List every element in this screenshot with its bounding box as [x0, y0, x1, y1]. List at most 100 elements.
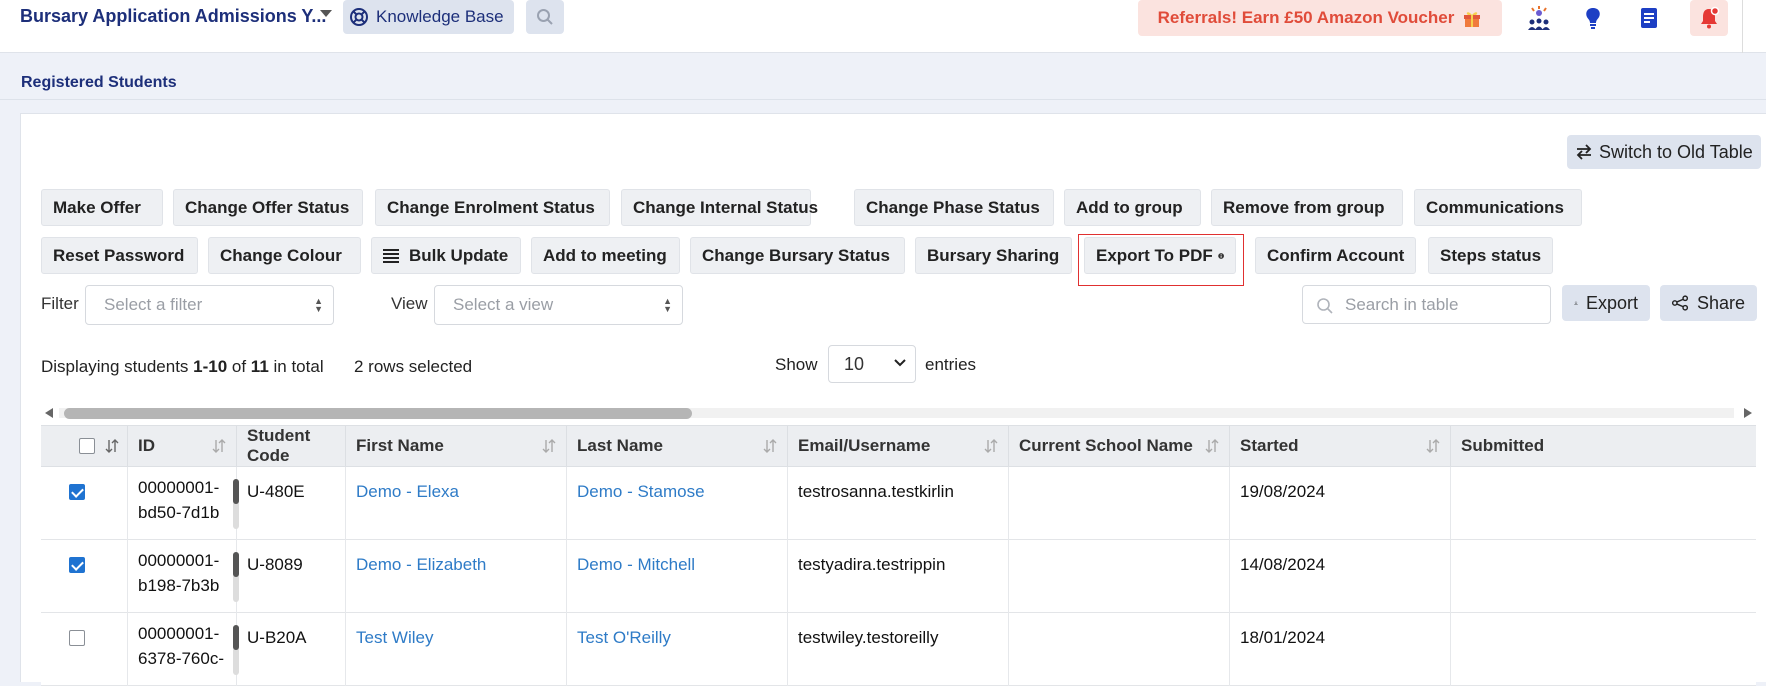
cell-last-name-link[interactable]: Demo - Mitchell: [567, 540, 788, 613]
column-header-last-name[interactable]: Last Name: [567, 426, 788, 466]
cell-student-code: U-480E: [237, 467, 346, 540]
scroll-right-arrow-icon[interactable]: [1744, 408, 1752, 418]
id-line: 00000001-: [138, 624, 220, 643]
column-header-label: Current School Name: [1019, 436, 1193, 455]
knowledge-base-label: Knowledge Base: [376, 7, 504, 26]
cell-first-name-link[interactable]: Demo - Elizabeth: [346, 540, 567, 613]
filter-select[interactable]: Select a filter ▲ ▼: [85, 285, 334, 325]
column-header-submitted[interactable]: Submitted: [1451, 426, 1756, 466]
select-all-checkbox[interactable]: [79, 438, 95, 454]
column-header-started[interactable]: Started: [1230, 426, 1451, 466]
download-icon: [1574, 301, 1578, 305]
table-row[interactable]: 00000001- 6378-760c- U-B20A Test Wiley T…: [41, 613, 1756, 686]
app-title[interactable]: Bursary Application Admissions Y...: [20, 6, 326, 27]
select-all-column: [41, 426, 128, 466]
change-colour-button[interactable]: Change Colour: [208, 237, 361, 274]
column-header-label: ID: [138, 436, 155, 455]
cell-first-name-link[interactable]: Test Wiley: [346, 613, 567, 686]
cell-started: 19/08/2024: [1230, 467, 1451, 540]
cell-submitted: [1451, 467, 1756, 540]
entries-value: 10: [844, 353, 865, 374]
select-arrows-icon: ▲ ▼: [663, 296, 672, 314]
share-label: Share: [1696, 292, 1745, 313]
notifications-button[interactable]: [1690, 0, 1728, 36]
switch-to-old-table-button[interactable]: Switch to Old Table: [1567, 135, 1761, 169]
table-search-input[interactable]: Search in table: [1302, 285, 1551, 324]
sort-icon[interactable]: [105, 438, 119, 454]
make-offer-button[interactable]: Make Offer: [41, 189, 163, 226]
filter-label: Filter: [41, 294, 79, 313]
column-header-id[interactable]: ID: [128, 426, 237, 466]
column-header-current-school[interactable]: Current School Name: [1009, 426, 1230, 466]
change-internal-status-button[interactable]: Change Internal Status: [621, 189, 818, 226]
cell-first-name-link[interactable]: Demo - Elexa: [346, 467, 567, 540]
confirm-account-button[interactable]: Confirm Account: [1255, 237, 1416, 274]
table-row[interactable]: 00000001- bd50-7d1b U-480E Demo - Elexa …: [41, 467, 1756, 540]
change-phase-status-button[interactable]: Change Phase Status: [854, 189, 1054, 226]
column-header-label: Started: [1240, 436, 1299, 455]
search-placeholder: Search in table: [1345, 294, 1459, 314]
scroll-thumb[interactable]: [64, 408, 692, 419]
sort-icon[interactable]: [212, 438, 226, 454]
row-checkbox[interactable]: [69, 557, 85, 573]
column-header-label: First Name: [356, 436, 444, 455]
sort-icon[interactable]: [763, 438, 777, 454]
export-label: Export: [1585, 292, 1638, 313]
column-header-first-name[interactable]: First Name: [346, 426, 567, 466]
summary-total: 11: [250, 357, 269, 376]
table-horizontal-scrollbar[interactable]: [41, 405, 1752, 421]
row-checkbox[interactable]: [69, 630, 85, 646]
cell-id: 00000001- b198-7b3b: [128, 540, 237, 613]
export-button[interactable]: Export: [1562, 285, 1650, 321]
cell-submitted: [1451, 613, 1756, 686]
cell-email: testrosanna.testkirlin: [788, 467, 1009, 540]
bursary-sharing-button[interactable]: Bursary Sharing: [915, 237, 1072, 274]
change-bursary-status-button[interactable]: Change Bursary Status: [690, 237, 905, 274]
share-icon: [1672, 295, 1689, 311]
selected-rows-count: 2 rows selected: [354, 357, 473, 376]
entries-per-page-select[interactable]: 10: [828, 345, 916, 383]
id-line: 00000001-: [138, 478, 220, 497]
reset-password-button[interactable]: Reset Password: [41, 237, 198, 274]
global-search-button[interactable]: [526, 0, 564, 34]
cell-last-name-link[interactable]: Demo - Stamose: [567, 467, 788, 540]
steps-status-button[interactable]: Steps status: [1428, 237, 1553, 274]
change-enrolment-status-button[interactable]: Change Enrolment Status: [375, 189, 610, 226]
document-icon[interactable]: [1635, 4, 1663, 32]
cell-current-school: [1009, 613, 1230, 686]
id-line: bd50-7d1b: [138, 503, 220, 522]
add-to-group-button[interactable]: Add to group: [1064, 189, 1201, 226]
sort-icon[interactable]: [1426, 438, 1440, 454]
change-offer-status-button[interactable]: Change Offer Status: [173, 189, 363, 226]
communications-button[interactable]: Communications: [1414, 189, 1582, 226]
share-button[interactable]: Share: [1660, 285, 1757, 321]
column-header-email[interactable]: Email/Username: [788, 426, 1009, 466]
column-header-student-code[interactable]: Student Code: [237, 426, 346, 466]
cell-last-name-link[interactable]: Test O'Reilly: [567, 613, 788, 686]
switch-to-old-table-label: Switch to Old Table: [1599, 141, 1753, 162]
lifebuoy-icon: [350, 8, 368, 26]
table-row[interactable]: 00000001- b198-7b3b U-8089 Demo - Elizab…: [41, 540, 1756, 613]
cell-student-code: U-8089: [237, 540, 346, 613]
add-to-meeting-button[interactable]: Add to meeting: [531, 237, 680, 274]
table-header: ID Student Code First Name Last Name Ema…: [41, 425, 1756, 467]
row-select-cell: [41, 613, 128, 686]
sort-icon[interactable]: [542, 438, 556, 454]
sort-icon[interactable]: [984, 438, 998, 454]
app-dropdown-caret-icon[interactable]: [320, 10, 332, 17]
knowledge-base-button[interactable]: Knowledge Base: [343, 0, 514, 34]
select-arrows-icon: ▲ ▼: [314, 296, 323, 314]
scroll-left-arrow-icon[interactable]: [45, 408, 53, 418]
sort-icon[interactable]: [1205, 438, 1219, 454]
lightbulb-icon[interactable]: [1579, 4, 1607, 32]
column-header-label: Last Name: [577, 436, 663, 455]
referral-banner[interactable]: Referrals! Earn £50 Amazon Voucher: [1138, 0, 1502, 36]
celebration-icon[interactable]: [1525, 4, 1553, 32]
entries-label: entries: [925, 355, 977, 374]
bulk-update-button[interactable]: Bulk Update: [371, 237, 521, 274]
search-icon: [1317, 298, 1333, 314]
view-select[interactable]: Select a view ▲ ▼: [434, 285, 683, 325]
remove-from-group-button[interactable]: Remove from group: [1211, 189, 1403, 226]
row-checkbox[interactable]: [69, 484, 85, 500]
view-label: View: [391, 294, 428, 313]
